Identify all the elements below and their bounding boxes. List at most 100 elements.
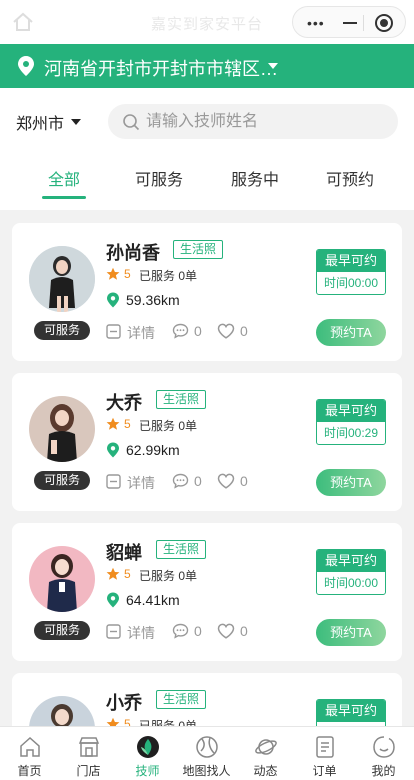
detail-link[interactable]: 详情 xyxy=(127,323,155,343)
comment-count: 0 xyxy=(194,623,202,639)
title-bar: 嘉实到家安平台 ••• xyxy=(0,0,414,44)
distance: 62.99km xyxy=(126,442,180,458)
capsule-divider xyxy=(363,15,364,31)
search-icon xyxy=(123,114,140,131)
city-selector[interactable]: 郑州市 xyxy=(16,110,64,134)
location-bar[interactable]: 河南省开封市开封市市辖区… xyxy=(0,44,414,88)
comment-count: 0 xyxy=(194,473,202,489)
search-input[interactable] xyxy=(146,104,386,139)
tabbar-label: 首页 xyxy=(17,764,42,778)
active-tab-indicator xyxy=(42,196,86,199)
detail-icon[interactable] xyxy=(106,474,121,489)
search-row: 郑州市 xyxy=(0,88,414,154)
search-box[interactable] xyxy=(108,104,398,139)
tabbar-map[interactable]: 地图找人 xyxy=(177,727,236,780)
bottom-tab-bar: 首页 门店 技师 地图找人 动态 订单 我的 xyxy=(0,726,414,780)
therapist-card[interactable]: 可服务 大乔 生活照 5 已服务 0单 62.99km 详情 0 0 最早可约 … xyxy=(12,373,402,511)
planet-icon xyxy=(255,739,277,755)
tabbar-profile[interactable]: 我的 xyxy=(354,727,413,780)
close-icon[interactable] xyxy=(375,14,393,32)
tabbar-orders[interactable]: 订单 xyxy=(295,727,354,780)
earliest-label: 最早可约 xyxy=(317,550,385,572)
tab-all[interactable]: 全部 xyxy=(16,166,112,190)
star-icon xyxy=(106,567,120,580)
mini-program-capsule: ••• xyxy=(292,6,406,38)
life-photo-badge[interactable]: 生活照 xyxy=(173,240,224,259)
minimize-icon[interactable] xyxy=(343,22,357,24)
location-pin-icon xyxy=(107,442,119,458)
tabbar-label: 地图找人 xyxy=(182,764,231,778)
like-count: 0 xyxy=(240,623,248,639)
comment-icon[interactable] xyxy=(172,473,189,489)
star-icon xyxy=(106,417,120,430)
heart-icon[interactable] xyxy=(217,473,235,489)
tabbar-label: 订单 xyxy=(312,764,337,778)
distance: 64.41km xyxy=(126,592,180,608)
map-icon xyxy=(196,736,218,758)
location-pin-icon xyxy=(107,592,119,608)
life-photo-badge[interactable]: 生活照 xyxy=(156,690,207,709)
order-icon xyxy=(316,736,334,758)
therapist-card[interactable]: 可服务 孙尚香 生活照 5 已服务 0单 59.36km 详情 0 0 最早可约… xyxy=(12,223,402,361)
distance: 59.36km xyxy=(126,292,180,308)
tabbar-store[interactable]: 门店 xyxy=(59,727,118,780)
like-count: 0 xyxy=(240,323,248,339)
status-badge: 可服务 xyxy=(34,321,90,340)
city-caret-icon[interactable] xyxy=(71,119,81,125)
location-text[interactable]: 河南省开封市开封市市辖区… xyxy=(44,55,278,81)
tabbar-label: 技师 xyxy=(135,764,160,778)
star-icon xyxy=(106,267,120,280)
status-badge: 可服务 xyxy=(34,471,90,490)
status-badge: 可服务 xyxy=(34,621,90,640)
book-button[interactable]: 预约TA xyxy=(316,319,386,346)
tabbar-therapist[interactable]: 技师 xyxy=(118,727,177,780)
earliest-time: 时间00:29 xyxy=(323,426,379,440)
life-photo-badge[interactable]: 生活照 xyxy=(156,540,207,559)
served-count: 已服务 0单 xyxy=(139,419,198,433)
tabbar-label: 动态 xyxy=(253,764,278,778)
therapist-card[interactable]: 可服务 貂蝉 生活照 5 已服务 0单 64.41km 详情 0 0 最早可约 … xyxy=(12,523,402,661)
like-count: 0 xyxy=(240,473,248,489)
location-pin-icon xyxy=(18,56,34,76)
tab-in-service[interactable]: 服务中 xyxy=(207,166,303,190)
comment-icon[interactable] xyxy=(172,623,189,639)
heart-icon[interactable] xyxy=(217,323,235,339)
rating-value: 5 xyxy=(124,417,131,431)
book-button[interactable]: 预约TA xyxy=(316,469,386,496)
more-icon[interactable]: ••• xyxy=(307,16,325,30)
store-icon xyxy=(78,737,100,757)
avatar[interactable] xyxy=(29,396,95,462)
therapist-name: 大乔 xyxy=(106,393,142,413)
tabbar-label: 我的 xyxy=(371,764,396,778)
filter-tabs: 全部 可服务 服务中 可预约 xyxy=(0,154,414,210)
tab-bookable[interactable]: 可预约 xyxy=(302,166,398,190)
avatar[interactable] xyxy=(29,246,95,312)
tabbar-moments[interactable]: 动态 xyxy=(236,727,295,780)
tab-available[interactable]: 可服务 xyxy=(111,166,207,190)
book-button[interactable]: 预约TA xyxy=(316,619,386,646)
chevron-down-icon[interactable] xyxy=(268,63,278,69)
earliest-label: 最早可约 xyxy=(317,400,385,422)
tabbar-home[interactable]: 首页 xyxy=(0,727,59,780)
life-photo-badge[interactable]: 生活照 xyxy=(156,390,207,409)
profile-icon xyxy=(373,736,395,758)
earliest-availability: 最早可约 时间00:00 xyxy=(316,549,386,595)
therapist-icon xyxy=(137,736,159,758)
detail-link[interactable]: 详情 xyxy=(127,473,155,493)
home-icon xyxy=(20,736,40,757)
detail-icon[interactable] xyxy=(106,324,121,339)
heart-icon[interactable] xyxy=(217,623,235,639)
comment-icon[interactable] xyxy=(172,323,189,339)
earliest-time: 时间00:00 xyxy=(323,276,379,290)
therapist-name: 小乔 xyxy=(106,693,142,713)
served-count: 已服务 0单 xyxy=(139,269,198,283)
earliest-label: 最早可约 xyxy=(317,250,385,272)
comment-count: 0 xyxy=(194,323,202,339)
detail-icon[interactable] xyxy=(106,624,121,639)
therapist-name: 孙尚香 xyxy=(106,243,160,263)
avatar[interactable] xyxy=(29,546,95,612)
served-count: 已服务 0单 xyxy=(139,569,198,583)
earliest-label: 最早可约 xyxy=(317,700,385,722)
tabbar-label: 门店 xyxy=(76,764,101,778)
detail-link[interactable]: 详情 xyxy=(127,623,155,643)
